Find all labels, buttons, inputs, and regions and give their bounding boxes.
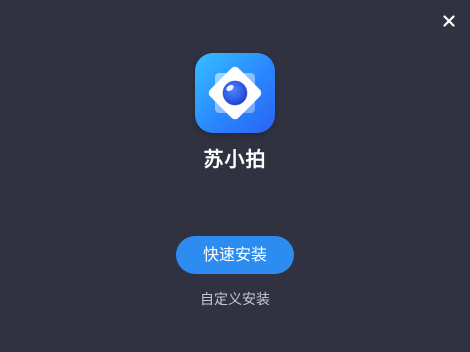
installer-window: 苏小拍 快速安装 自定义安装 — [0, 0, 470, 352]
app-logo-icon — [195, 53, 275, 133]
quick-install-button[interactable]: 快速安装 — [176, 236, 294, 274]
custom-install-link-row: 自定义安装 — [0, 289, 470, 311]
app-name: 苏小拍 — [203, 147, 267, 171]
close-icon — [443, 15, 455, 27]
custom-install-link[interactable]: 自定义安装 — [200, 292, 270, 308]
close-button[interactable] — [438, 10, 460, 32]
